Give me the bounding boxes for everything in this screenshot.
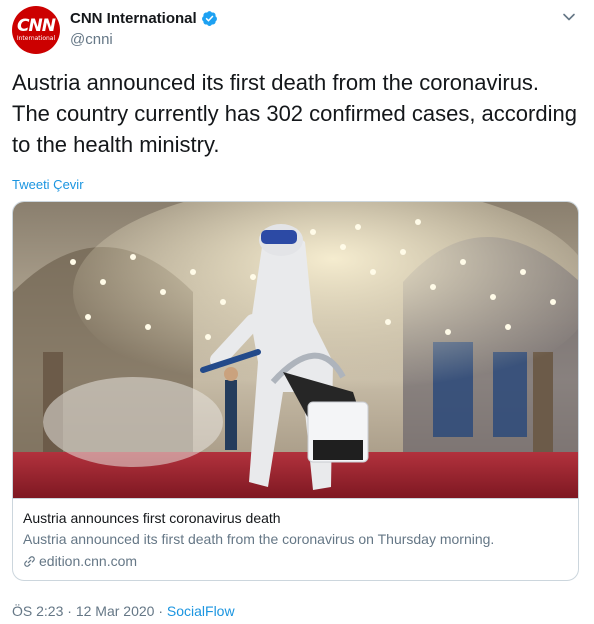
translate-tweet-link[interactable]: Tweeti Çevir: [12, 177, 84, 192]
card-domain-text: edition.cnn.com: [39, 553, 138, 569]
avatar-sublabel: International: [16, 35, 56, 42]
author-display-name[interactable]: CNN International: [70, 10, 197, 27]
meta-separator: ·: [67, 603, 72, 619]
tweet: CNN International CNN International @cnn…: [0, 0, 594, 624]
avatar-logo: CNN: [17, 16, 56, 36]
meta-separator: ·: [158, 603, 163, 619]
tweet-meta: ÖS 2:23 · 12 Mar 2020 · SocialFlow: [12, 603, 235, 619]
card-domain[interactable]: edition.cnn.com: [23, 553, 137, 569]
tweet-source-link[interactable]: SocialFlow: [167, 603, 235, 619]
card-image[interactable]: [13, 202, 579, 498]
card-title[interactable]: Austria announces first coronavirus deat…: [23, 510, 281, 526]
tweet-time[interactable]: ÖS 2:23: [12, 603, 63, 619]
link-icon: [24, 555, 35, 567]
tweet-text: Austria announced its first death from t…: [12, 70, 577, 157]
card-description: Austria announced its first death from t…: [23, 531, 495, 547]
tweet-date[interactable]: 12 Mar 2020: [76, 603, 155, 619]
card-info[interactable]: Austria announces first coronavirus deat…: [13, 498, 578, 580]
chevron-down-icon[interactable]: [562, 10, 576, 24]
avatar[interactable]: CNN International: [12, 6, 60, 54]
author-handle[interactable]: @cnni: [70, 31, 113, 48]
link-card[interactable]: Austria announces first coronavirus deat…: [12, 201, 579, 581]
verified-badge-icon: [201, 11, 217, 26]
author-name-row[interactable]: CNN International: [70, 10, 218, 27]
